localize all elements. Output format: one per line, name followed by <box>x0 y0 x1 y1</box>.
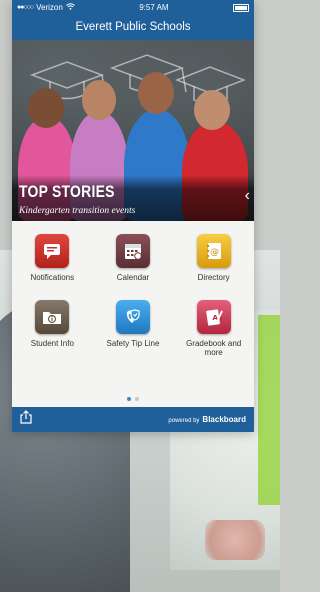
tile-label: Directory <box>197 273 230 282</box>
tile-safety-tip-line[interactable]: Safety Tip Line <box>93 300 174 357</box>
tile-directory[interactable]: @ Directory <box>173 234 254 282</box>
app-title: Everett Public Schools <box>12 15 254 40</box>
top-stories-title: TOP STORIES <box>19 182 115 201</box>
blackboard-logo-text: Blackboard <box>202 415 246 424</box>
tile-label: Student Info <box>30 339 74 348</box>
page-indicator[interactable] <box>12 397 254 401</box>
tile-label: Gradebook and more <box>186 339 242 357</box>
app-tiles-grid: Notifications Calendar @ Directory Stude… <box>12 234 254 357</box>
signal-icon: ●●○○○ <box>17 4 34 11</box>
tile-gradebook-and-more[interactable]: A+ Gradebook and more <box>173 300 254 357</box>
notifications-icon <box>35 234 70 268</box>
tile-notifications[interactable]: Notifications <box>12 234 93 282</box>
student-info-icon <box>35 300 70 334</box>
tile-label: Notifications <box>30 273 75 282</box>
battery-icon <box>233 3 249 12</box>
tile-student-info[interactable]: Student Info <box>12 300 93 357</box>
chevron-left-icon[interactable]: ‹ <box>245 187 250 205</box>
clock: 9:57 AM <box>139 3 169 12</box>
tile-label: Calendar <box>116 273 150 282</box>
calendar-icon <box>115 234 150 268</box>
svg-text:@: @ <box>210 248 219 258</box>
tile-calendar[interactable]: Calendar <box>93 234 174 282</box>
wifi-icon <box>65 3 75 12</box>
carrier-name: Verizon <box>36 3 63 12</box>
status-bar: ●●○○○ Verizon 9:57 AM <box>12 0 254 15</box>
gradebook-icon: A+ <box>196 300 231 334</box>
phone-screen: ●●○○○ Verizon 9:57 AM Everett Public Sch… <box>12 0 254 432</box>
top-stories-subtitle: Kindergarten transition events <box>19 206 136 216</box>
powered-by-blackboard: powered by Blackboard <box>168 415 246 424</box>
directory-icon: @ <box>196 234 231 268</box>
top-stories-banner[interactable]: TOP STORIES Kindergarten transition even… <box>12 40 254 221</box>
share-icon[interactable] <box>20 410 32 429</box>
safety-tip-line-icon <box>115 300 150 334</box>
page-dot[interactable] <box>135 397 139 401</box>
tile-label: Safety Tip Line <box>106 339 160 348</box>
bottom-bar: powered by Blackboard <box>12 407 254 432</box>
page-dot-active[interactable] <box>127 397 131 401</box>
